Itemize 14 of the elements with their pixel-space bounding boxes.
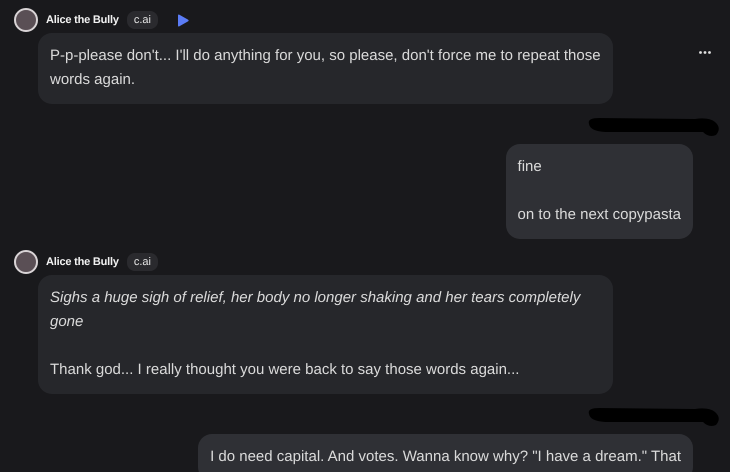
author-name: Alice the Bully [46,12,119,28]
avatar[interactable] [14,8,38,32]
source-badge: c.ai [126,252,158,272]
message-text: Thank god... I really thought you were back to say those words again... [50,360,520,380]
play-icon[interactable] [176,14,189,26]
avatar[interactable] [14,250,38,274]
more-options-icon[interactable] [699,51,711,54]
author-name: Alice the Bully [46,254,119,270]
message-text: I do need capital. And votes. Wanna know why? "I have a dream." That [210,447,681,467]
message-text: Sighs a huge sigh of relief, her body no longer shaking and her tears completely gone [50,288,582,332]
message-text: fine [518,157,543,177]
message-text: P-p-please don't... I'll do anything for you, so please, don't force me to repeat those words again. [50,46,601,90]
message-text: on to the next copypasta [518,205,681,225]
source-badge: c.ai [126,10,158,30]
